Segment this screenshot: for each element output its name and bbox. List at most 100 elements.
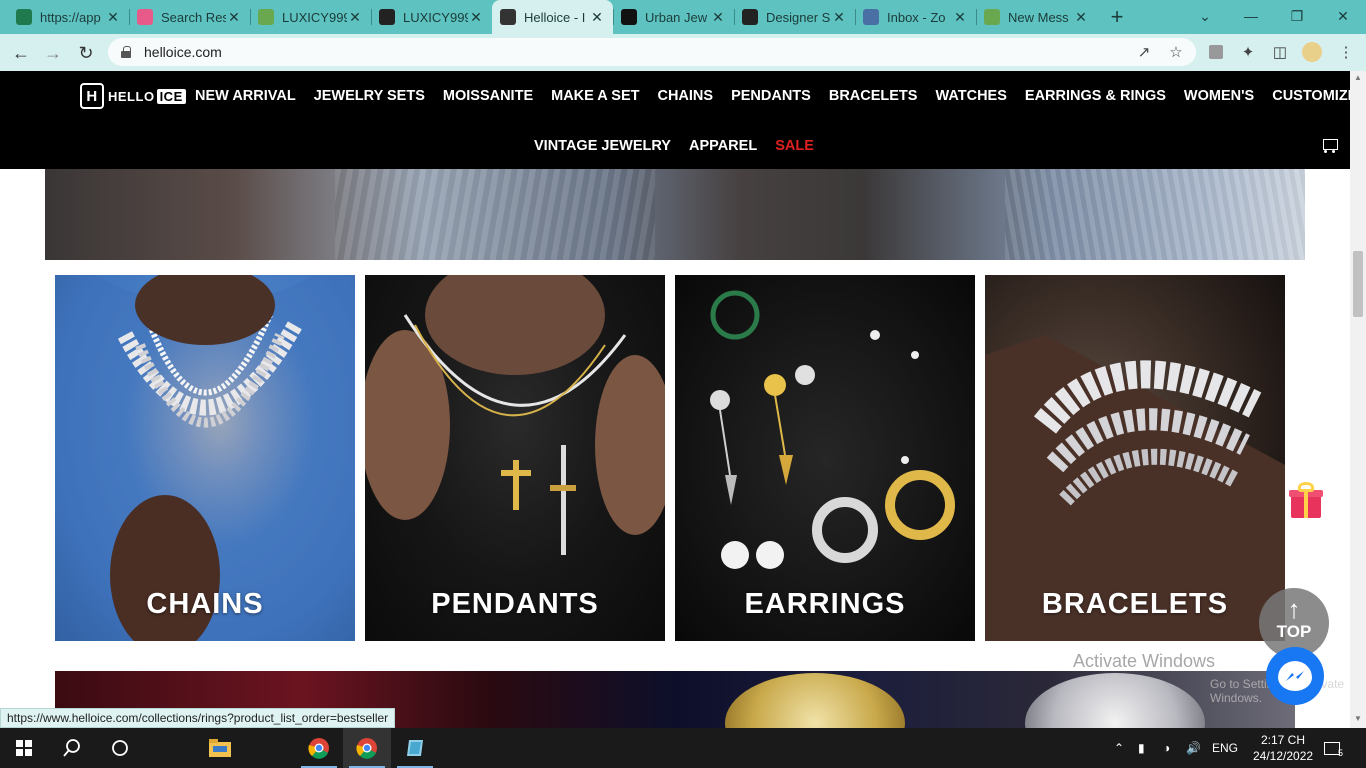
- cart-icon[interactable]: [1320, 137, 1338, 153]
- nav-item-moissanite[interactable]: MOISSANITE: [434, 88, 542, 104]
- nb-icon: [16, 9, 32, 25]
- arrow-up-icon: ↑: [1287, 594, 1301, 624]
- url-input[interactable]: helloice.com: [108, 38, 1196, 66]
- browser-tab[interactable]: LUXICY999 ✕: [250, 0, 371, 34]
- side-panel-icon[interactable]: ◫: [1270, 42, 1290, 62]
- clock-date: 24/12/2022: [1253, 749, 1314, 763]
- chains-photo: [55, 275, 355, 641]
- clock-time: 2:17 CH: [1260, 733, 1306, 747]
- tab-title: Helloice - I: [524, 9, 586, 25]
- close-tab-icon[interactable]: ✕: [226, 9, 242, 26]
- nav-item-customized[interactable]: CUSTOMIZED: [1263, 88, 1350, 104]
- scroll-down-icon[interactable]: ▼: [1353, 714, 1363, 723]
- browser-tab[interactable]: Inbox - Zo ✕: [855, 0, 976, 34]
- scroll-up-icon[interactable]: ▲: [1353, 73, 1363, 82]
- nav-item-bracelets[interactable]: BRACELETS: [820, 88, 927, 104]
- browser-tab[interactable]: Helloice - I ✕: [492, 0, 613, 34]
- messenger-chat-button[interactable]: [1266, 647, 1324, 705]
- close-tab-icon[interactable]: ✕: [1073, 9, 1089, 26]
- category-card-earrings[interactable]: EARRINGS: [675, 275, 975, 641]
- category-label-chains: CHAINS: [146, 588, 264, 620]
- bookmark-star-icon[interactable]: ☆: [1166, 42, 1186, 62]
- windows-taskbar: ⌃ ▮ ◑ 🔊 ENG 2:17 CH 24/12/2022 5: [0, 728, 1366, 768]
- nav-item-women-s[interactable]: WOMEN'S: [1175, 88, 1263, 104]
- nav-item-vintage-jewelry[interactable]: VINTAGE JEWELRY: [525, 138, 680, 154]
- silver-watch-image: [1025, 673, 1205, 728]
- nav-item-apparel[interactable]: APPAREL: [680, 138, 766, 154]
- hero-banner-image[interactable]: [45, 169, 1305, 260]
- close-tab-icon[interactable]: ✕: [831, 9, 847, 26]
- app-icon[interactable]: [391, 728, 439, 768]
- close-tab-icon[interactable]: ✕: [952, 9, 968, 26]
- helloice-icon: [500, 9, 516, 25]
- close-tab-icon[interactable]: ✕: [468, 9, 484, 26]
- scrollbar-thumb[interactable]: [1353, 251, 1363, 317]
- reload-icon[interactable]: ↻: [73, 40, 99, 66]
- category-label-bracelets: BRACELETS: [1041, 588, 1229, 620]
- browser-tab[interactable]: https://app ✕: [8, 0, 129, 34]
- browser-tab[interactable]: Designer S ✕: [734, 0, 855, 34]
- link-status-bar: https://www.helloice.com/collections/rin…: [0, 708, 396, 728]
- url-text: helloice.com: [144, 44, 222, 60]
- nav-item-sale[interactable]: SALE: [766, 138, 823, 154]
- profile-avatar[interactable]: [1302, 42, 1322, 62]
- windows-start-icon[interactable]: [0, 728, 48, 768]
- clock[interactable]: 2:17 CH 24/12/2022: [1253, 732, 1313, 764]
- share-icon[interactable]: ↗: [1134, 42, 1154, 62]
- category-card-chains[interactable]: CHAINS: [55, 275, 355, 641]
- chrome-icon[interactable]: [295, 728, 343, 768]
- nav-item-chains[interactable]: CHAINS: [648, 88, 722, 104]
- new-tab-button[interactable]: +: [1097, 0, 1137, 34]
- site-header: H HELLO ICE NEW ARRIVAL JEWELRY SETS MOISS…: [0, 71, 1350, 169]
- search-results-icon: [137, 9, 153, 25]
- browser-tab[interactable]: Search Res ✕: [129, 0, 250, 34]
- tab-title: LUXICY999: [403, 9, 468, 25]
- chrome-profile-icon[interactable]: [343, 728, 391, 768]
- show-hidden-icons[interactable]: ⌃: [1114, 728, 1124, 768]
- extension-icon[interactable]: [1206, 42, 1226, 62]
- volume-icon[interactable]: 🔊: [1186, 728, 1201, 768]
- shopify-icon: [984, 9, 1000, 25]
- nav-item-make-a-set[interactable]: MAKE A SET: [542, 88, 648, 104]
- cortana-icon[interactable]: [96, 728, 144, 768]
- close-window-button[interactable]: ✕: [1320, 0, 1366, 32]
- restore-button[interactable]: ❐: [1274, 0, 1320, 32]
- close-tab-icon[interactable]: ✕: [347, 9, 363, 26]
- browser-tab[interactable]: LUXICY999 ✕: [371, 0, 492, 34]
- notifications-icon[interactable]: 5: [1324, 728, 1346, 768]
- minimize-button[interactable]: —: [1228, 0, 1274, 32]
- activate-windows-watermark: Activate Windows: [1073, 651, 1216, 671]
- close-tab-icon[interactable]: ✕: [589, 9, 605, 26]
- page-scrollbar[interactable]: ▲ ▼: [1350, 71, 1366, 728]
- tab-title: Inbox - Zo: [887, 9, 946, 25]
- nav-item-new-arrival[interactable]: NEW ARRIVAL: [186, 88, 305, 104]
- nav-item-pendants[interactable]: PENDANTS: [722, 88, 820, 104]
- battery-icon[interactable]: ▮: [1138, 728, 1145, 768]
- close-tab-icon[interactable]: ✕: [105, 9, 121, 26]
- wifi-icon[interactable]: ◑: [1163, 728, 1170, 768]
- tab-title: https://app: [40, 9, 101, 25]
- lock-icon[interactable]: [120, 46, 132, 58]
- nav-item-earrings-rings[interactable]: EARRINGS & RINGS: [1016, 88, 1175, 104]
- file-explorer-icon[interactable]: [196, 728, 244, 768]
- puzzle-extensions-icon[interactable]: ✦: [1238, 42, 1258, 62]
- close-tab-icon[interactable]: ✕: [710, 9, 726, 26]
- browser-tab[interactable]: Urban Jew ✕: [613, 0, 734, 34]
- gift-icon[interactable]: [1289, 482, 1323, 520]
- menu-icon[interactable]: ⋮: [1336, 42, 1356, 62]
- category-card-pendants[interactable]: PENDANTS: [365, 275, 665, 641]
- browser-tab[interactable]: New Mess ✕: [976, 0, 1097, 34]
- logo-h-icon: H: [80, 83, 104, 109]
- category-card-bracelets[interactable]: BRACELETS: [985, 275, 1285, 641]
- shopify-icon: [258, 9, 274, 25]
- forward-icon[interactable]: →: [40, 40, 66, 66]
- nav-item-watches[interactable]: WATCHES: [926, 88, 1015, 104]
- language-indicator[interactable]: ENG: [1212, 728, 1238, 768]
- tab-title: Search Res: [161, 9, 226, 25]
- back-icon[interactable]: ←: [8, 40, 34, 66]
- messenger-icon: [1278, 661, 1312, 691]
- nav-item-jewelry-sets[interactable]: JEWELRY SETS: [305, 88, 434, 104]
- tab-search-icon[interactable]: ⌄: [1182, 0, 1228, 32]
- search-icon[interactable]: [48, 728, 96, 768]
- helloice-logo[interactable]: H HELLO ICE: [80, 82, 186, 110]
